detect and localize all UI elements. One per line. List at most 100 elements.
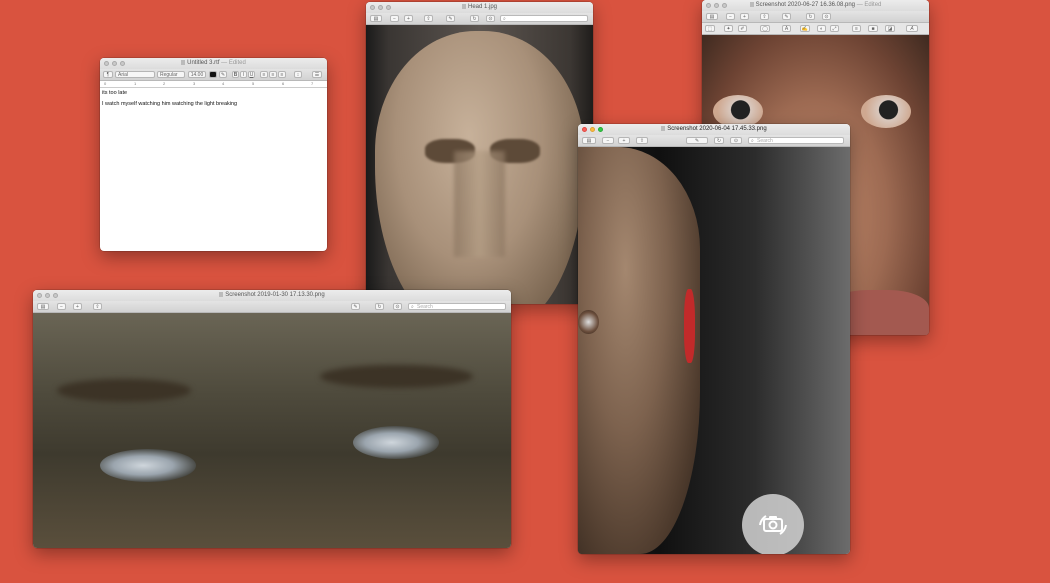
window-title: Screenshot 2020-06-27 16.36.08.png: [755, 2, 856, 8]
face-titlebar[interactable]: Screenshot 2020-06-27 16.36.08.png — Edi…: [702, 0, 929, 11]
adjust-color-icon[interactable]: ◐: [817, 25, 826, 32]
window-title: Screenshot 2020-06-04 17.45.33.png: [667, 126, 767, 132]
selection-tool-icon[interactable]: ⬚: [705, 25, 715, 32]
zoom-button[interactable]: [386, 5, 391, 10]
stone-preview-window: Head 1.jpg ▤ − + ⇧ ✎ ↻ ⊙ ⌕: [366, 2, 593, 304]
markup-icon[interactable]: ✎: [351, 303, 360, 310]
stone-head-image: [366, 25, 593, 304]
rotate-icon[interactable]: ↻: [470, 15, 479, 22]
zoom-in-icon[interactable]: +: [404, 15, 413, 22]
minimize-button[interactable]: [590, 127, 595, 132]
robot-eye: [578, 309, 599, 335]
share-icon[interactable]: ⇧: [636, 137, 648, 144]
markup-icon[interactable]: ✎: [782, 13, 791, 20]
close-button[interactable]: [582, 127, 587, 132]
instant-alpha-icon[interactable]: ✦: [724, 25, 733, 32]
sketch-icon[interactable]: ✐: [738, 25, 747, 32]
stone-titlebar[interactable]: Head 1.jpg: [366, 2, 593, 13]
fill-color-icon[interactable]: ◪: [885, 25, 895, 32]
ruler-tick: 4: [222, 81, 225, 86]
eye-right: [353, 425, 440, 459]
search-placeholder: Search: [417, 304, 433, 310]
share-icon[interactable]: ⇧: [424, 15, 433, 22]
zoom-out-icon[interactable]: −: [57, 303, 66, 310]
image-file-icon: [219, 291, 224, 297]
minimize-button[interactable]: [45, 293, 50, 298]
align-right-button[interactable]: ≡: [278, 71, 286, 78]
sidebar-icon[interactable]: ▤: [706, 13, 718, 20]
zoom-button[interactable]: [120, 61, 125, 66]
ruler[interactable]: 0 1 2 3 4 5 6 7: [100, 81, 327, 88]
share-icon[interactable]: ⇧: [760, 13, 769, 20]
minimize-button[interactable]: [112, 61, 117, 66]
eyes-preview-window: Screenshot 2019-01-30 17.13.30.png ▤ − +…: [33, 290, 511, 548]
zoom-button[interactable]: [598, 127, 603, 132]
search-placeholder: Search: [757, 138, 773, 144]
close-button[interactable]: [37, 293, 42, 298]
italic-button[interactable]: I: [240, 71, 247, 78]
shapes-icon[interactable]: ◯: [760, 25, 770, 32]
markup-toolbar: ⬚ ✦ ✐ ◯ A ✍ ◐ ⤢ ≡ ■ ◪ A: [702, 23, 929, 35]
search-input[interactable]: ⌕ Search: [748, 137, 844, 144]
textedit-titlebar[interactable]: Untitled 3.rtf — Edited: [100, 58, 327, 69]
markup-icon[interactable]: ✎: [446, 15, 455, 22]
minimize-button[interactable]: [714, 3, 719, 8]
font-weight-select[interactable]: Regular: [157, 71, 185, 78]
zoom-button[interactable]: [722, 3, 727, 8]
zoom-out-icon[interactable]: −: [726, 13, 735, 20]
markup-icon[interactable]: ✎: [686, 137, 708, 144]
text-color-well[interactable]: [209, 71, 217, 78]
text-style-icon[interactable]: A: [906, 25, 918, 32]
shape-style-icon[interactable]: ≡: [852, 25, 861, 32]
bold-button[interactable]: B: [232, 71, 239, 78]
text-tool-icon[interactable]: A: [782, 25, 791, 32]
textedit-window: Untitled 3.rtf — Edited ¶ Arial Regular …: [100, 58, 327, 251]
border-color-icon[interactable]: ■: [868, 25, 878, 32]
sign-icon[interactable]: ✍: [800, 25, 810, 32]
font-size-field[interactable]: 14.00: [188, 71, 206, 78]
list-button[interactable]: ☰: [312, 71, 322, 78]
zoom-in-icon[interactable]: +: [740, 13, 749, 20]
zoom-in-icon[interactable]: +: [73, 303, 82, 310]
annotate-icon[interactable]: ⊙: [486, 15, 495, 22]
annotate-icon[interactable]: ⊙: [730, 137, 742, 144]
text-line: I watch myself watching him watching the…: [102, 101, 238, 107]
camera-rotate-icon[interactable]: [742, 494, 804, 554]
align-left-button[interactable]: ≡: [260, 71, 268, 78]
ruler-tick: 1: [134, 81, 137, 86]
line-spacing-button[interactable]: ↕: [294, 71, 302, 78]
font-family-select[interactable]: Arial: [115, 71, 155, 78]
image-file-icon: [461, 3, 466, 9]
highlight-color-well[interactable]: ✎: [219, 71, 227, 78]
robot-titlebar[interactable]: Screenshot 2020-06-04 17.45.33.png: [578, 124, 850, 135]
search-input[interactable]: ⌕: [500, 15, 588, 22]
eye-left: [99, 449, 196, 483]
preview-toolbar: ▤ − + ⇧ ✎ ↻ ⊙ ⌕ Search: [578, 135, 850, 147]
rotate-icon[interactable]: ↻: [714, 137, 724, 144]
annotate-icon[interactable]: ⊙: [393, 303, 402, 310]
zoom-out-icon[interactable]: −: [602, 137, 614, 144]
close-button[interactable]: [370, 5, 375, 10]
sidebar-icon[interactable]: ▤: [370, 15, 382, 22]
resize-icon[interactable]: ⤢: [830, 25, 839, 32]
window-title: Head 1.jpg: [467, 4, 498, 10]
paragraph-style-select[interactable]: ¶: [103, 71, 113, 78]
zoom-out-icon[interactable]: −: [390, 15, 399, 22]
zoom-in-icon[interactable]: +: [618, 137, 630, 144]
preview-toolbar: ▤ − + ⇧ ✎ ↻ ⊙: [702, 11, 929, 23]
rotate-icon[interactable]: ↻: [375, 303, 384, 310]
sidebar-icon[interactable]: ▤: [582, 137, 596, 144]
eyes-titlebar[interactable]: Screenshot 2019-01-30 17.13.30.png: [33, 290, 511, 301]
document-body[interactable]: its too late I watch myself watching him…: [100, 88, 327, 114]
minimize-button[interactable]: [378, 5, 383, 10]
share-icon[interactable]: ⇧: [93, 303, 102, 310]
close-button[interactable]: [706, 3, 711, 8]
underline-button[interactable]: U: [248, 71, 255, 78]
search-input[interactable]: ⌕ Search: [408, 303, 506, 310]
zoom-button[interactable]: [53, 293, 58, 298]
close-button[interactable]: [104, 61, 109, 66]
align-center-button[interactable]: ≡: [269, 71, 277, 78]
annotate-icon[interactable]: ⊙: [822, 13, 831, 20]
rotate-icon[interactable]: ↻: [806, 13, 815, 20]
sidebar-icon[interactable]: ▤: [37, 303, 49, 310]
